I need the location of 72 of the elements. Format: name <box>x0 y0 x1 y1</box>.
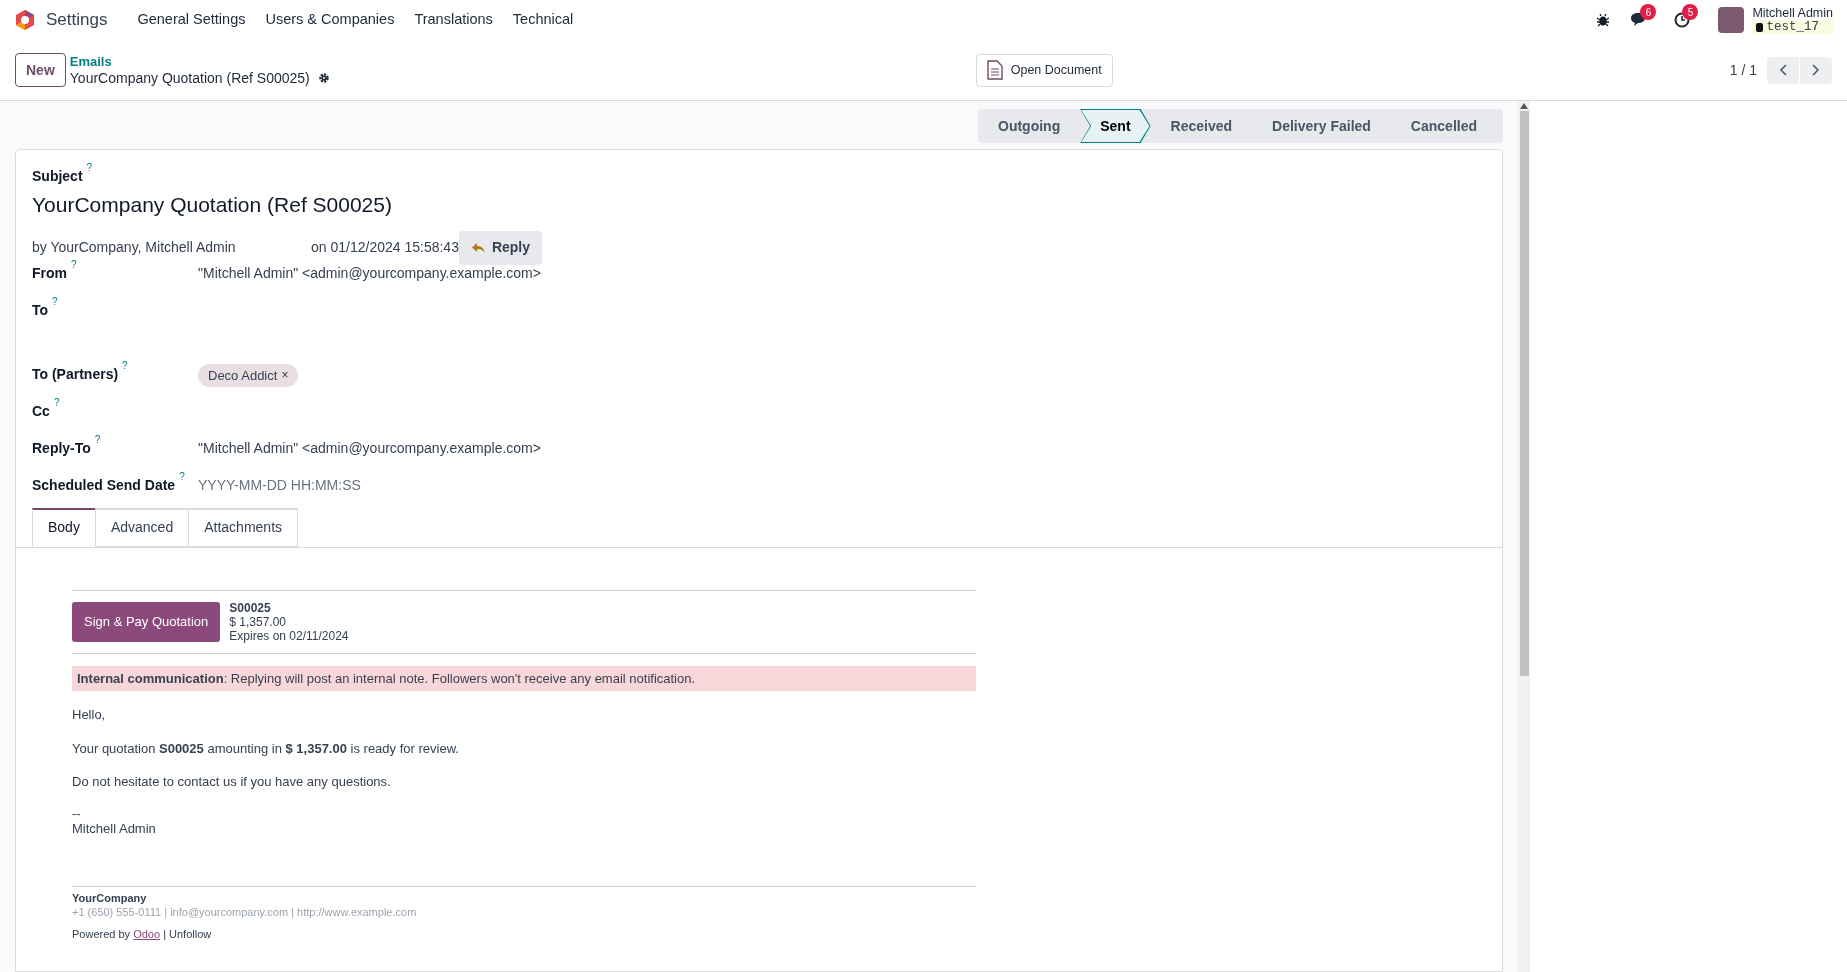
app-logo-icon[interactable] <box>14 9 36 31</box>
chevron-left-icon <box>1779 64 1787 76</box>
internal-note-banner: Internal communication: Replying will post an internal note. Followers won't receive any email notification. <box>72 665 976 691</box>
help-tooltip-mark[interactable]: ? <box>53 397 60 408</box>
field-label: To (Partners) <box>32 364 119 384</box>
company-contact: +1 (650) 555-0111 | info@yourcompany.com | http://www.example.com <box>72 904 418 919</box>
chevron-right-icon <box>1812 64 1820 76</box>
gear-icon[interactable] <box>317 72 330 84</box>
menu-item[interactable]: Technical <box>502 9 584 31</box>
email-paragraph: Your quotation S00025 amounting in $ 1,357.00 is ready for review. <box>72 739 460 758</box>
field-label: To <box>32 300 49 320</box>
reply-arrow-icon <box>470 241 486 254</box>
user-name[interactable]: Mitchell Admin <box>1752 6 1833 20</box>
field-value: "Mitchell Admin" <admin@yourcompany.example.com> <box>198 263 541 283</box>
form-tab[interactable]: Body <box>32 507 96 547</box>
field-label: From <box>32 263 67 283</box>
pager-value[interactable]: 1 / 1 <box>1729 59 1757 81</box>
sign-pay-button[interactable]: Sign & Pay Quotation <box>72 601 221 642</box>
database-name: test_17 <box>1752 20 1833 34</box>
field-label: Cc <box>32 401 50 421</box>
order-reference: S00025 <box>229 600 272 615</box>
field-label: Scheduled Send Date <box>32 475 176 495</box>
new-button[interactable]: New <box>15 53 66 87</box>
help-tooltip-mark[interactable]: ? <box>52 296 58 307</box>
bug-icon[interactable] <box>1596 13 1611 27</box>
scrollbar[interactable] <box>1518 101 1530 972</box>
field-label: Reply-To <box>32 438 91 458</box>
field-value: "Mitchell Admin" <admin@yourcompany.example.com> <box>198 438 541 458</box>
menu-item[interactable]: Users & Companies <box>255 9 405 31</box>
help-tooltip-mark[interactable]: ? <box>122 360 128 371</box>
status-step[interactable]: Sent <box>1080 109 1151 143</box>
status-step[interactable]: Outgoing <box>978 109 1081 143</box>
notification-badge: 6 <box>1640 4 1657 20</box>
order-amount: $ 1,357.00 <box>229 614 288 629</box>
record-title: YourCompany Quotation (Ref S00025) <box>69 70 310 86</box>
subject-value: YourCompany Quotation (Ref S00025) <box>32 192 393 218</box>
powered-by-text: Powered by Odoo | Unfollow <box>72 926 213 941</box>
app-title[interactable]: Settings <box>46 7 108 33</box>
help-tooltip-mark[interactable]: ? <box>86 163 93 173</box>
reply-button[interactable]: Reply <box>458 230 543 265</box>
menu-item[interactable]: General Settings <box>127 9 256 31</box>
expiry-date: Expires on 02/11/2024 <box>229 628 349 643</box>
date-text: on 01/12/2024 15:58:43 <box>311 238 459 257</box>
author-text: by YourCompany, Mitchell Admin <box>32 238 237 257</box>
form-tab[interactable]: Advanced <box>94 507 190 547</box>
notification-badge: 5 <box>1682 4 1699 20</box>
database-icon <box>1756 22 1764 32</box>
breadcrumb-link[interactable]: Emails <box>69 54 330 70</box>
document-icon <box>986 60 1003 80</box>
status-step[interactable]: Cancelled <box>1390 109 1497 143</box>
form-tab[interactable]: Attachments <box>188 507 299 547</box>
email-paragraph: Do not hesitate to contact us if you have any questions. <box>72 773 392 791</box>
menu-item[interactable]: Translations <box>404 9 503 31</box>
help-tooltip-mark[interactable]: ? <box>71 259 77 270</box>
signature-separator: -- <box>72 805 82 821</box>
date-input-field[interactable]: YYYY-MM-DD HH:MM:SS <box>198 474 498 496</box>
remove-tag-button[interactable]: × <box>281 366 289 385</box>
help-tooltip-mark[interactable]: ? <box>179 471 185 482</box>
scroll-up-arrow-icon[interactable] <box>1520 103 1528 109</box>
partner-tag: Deco Addict × <box>198 363 299 387</box>
help-tooltip-mark[interactable]: ? <box>94 434 101 445</box>
status-step[interactable]: Received <box>1150 109 1253 143</box>
open-document-button[interactable]: Open Document <box>975 53 1113 87</box>
previous-button[interactable] <box>1767 56 1799 84</box>
user-avatar[interactable] <box>1718 7 1745 33</box>
status-step[interactable]: Delivery Failed <box>1252 109 1391 143</box>
company-name: YourCompany <box>72 890 148 905</box>
odoo-link[interactable]: Odoo <box>133 927 161 940</box>
next-button[interactable] <box>1800 56 1832 84</box>
field-label: Subject <box>32 167 83 186</box>
email-paragraph: Hello, <box>72 706 107 724</box>
signature-name: Mitchell Admin <box>72 820 157 836</box>
